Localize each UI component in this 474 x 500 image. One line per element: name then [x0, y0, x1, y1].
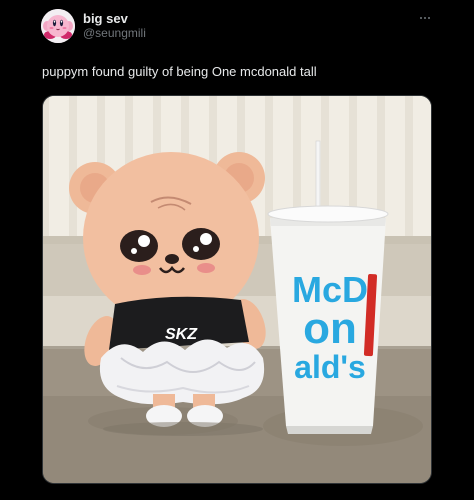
display-name[interactable]: big sev	[83, 11, 146, 26]
more-dot-icon	[420, 17, 422, 19]
plush-and-cup-photo: McD on ald's SKZ	[43, 96, 431, 483]
tweet: big sev @seungmili puppym found guilty o…	[0, 0, 474, 500]
more-dot-icon	[428, 17, 430, 19]
cup-brand-line: on	[303, 304, 357, 353]
tweet-photo[interactable]: McD on ald's SKZ	[42, 95, 432, 484]
cup-brand-line: ald's	[294, 349, 366, 385]
handle[interactable]: @seungmili	[83, 26, 146, 41]
tweet-text: puppym found guilty of being One mcdonal…	[42, 64, 317, 79]
kirby-avatar-icon	[41, 9, 75, 43]
more-dot-icon	[424, 17, 426, 19]
shirt-logo: SKZ	[165, 326, 198, 343]
more-options-button[interactable]	[414, 11, 436, 25]
author-names: big sev @seungmili	[83, 11, 146, 41]
avatar[interactable]	[41, 9, 75, 43]
